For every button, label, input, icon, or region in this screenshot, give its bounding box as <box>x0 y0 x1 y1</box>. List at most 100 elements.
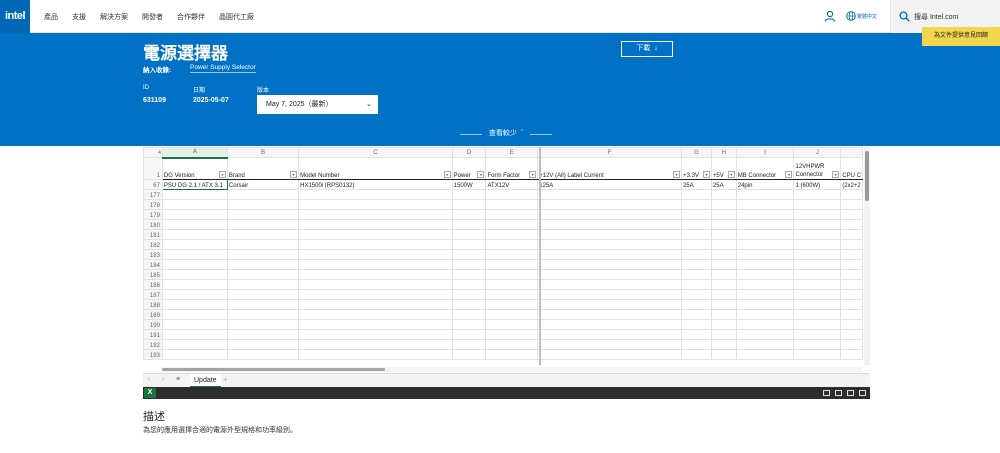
empty-cell[interactable] <box>298 299 453 310</box>
column-header-h[interactable]: H <box>710 147 737 158</box>
row-number[interactable]: 188 <box>143 299 163 310</box>
empty-cell[interactable] <box>298 229 453 240</box>
empty-cell[interactable] <box>840 329 863 340</box>
column-header-e[interactable]: E <box>485 147 539 158</box>
empty-cell[interactable] <box>735 349 795 360</box>
empty-cell[interactable] <box>710 269 737 280</box>
empty-cell[interactable] <box>226 189 300 200</box>
empty-cell[interactable] <box>710 339 737 350</box>
row-number[interactable]: 1 <box>143 157 163 180</box>
empty-cell[interactable] <box>840 219 863 230</box>
empty-cell[interactable] <box>298 309 453 320</box>
empty-cell[interactable] <box>226 209 300 220</box>
filter-dropdown-icon[interactable]: ▾ <box>673 171 681 178</box>
empty-cell[interactable] <box>537 269 683 280</box>
empty-cell[interactable] <box>161 319 228 330</box>
empty-cell[interactable] <box>451 319 487 330</box>
empty-cell[interactable] <box>161 219 228 230</box>
empty-cell[interactable] <box>840 309 863 320</box>
empty-cell[interactable] <box>485 249 539 260</box>
empty-cell[interactable] <box>681 289 712 300</box>
empty-cell[interactable] <box>840 249 863 260</box>
empty-cell[interactable] <box>735 259 795 270</box>
empty-cell[interactable] <box>451 229 487 240</box>
table-cell[interactable]: 25A <box>710 179 737 190</box>
header-cell[interactable]: Model Number ▾ <box>298 157 453 180</box>
empty-cell[interactable] <box>681 309 712 320</box>
empty-cell[interactable] <box>226 339 300 350</box>
excel-icon[interactable]: X <box>144 388 156 398</box>
empty-cell[interactable] <box>451 329 487 340</box>
row-number[interactable]: 182 <box>143 239 163 250</box>
column-header-i[interactable]: I <box>735 147 795 158</box>
empty-cell[interactable] <box>226 249 300 260</box>
download-button[interactable]: 下載 ↓ <box>621 41 673 57</box>
table-cell[interactable]: 25A <box>681 179 712 190</box>
empty-cell[interactable] <box>485 209 539 220</box>
download-icon[interactable] <box>835 390 842 396</box>
empty-cell[interactable] <box>681 299 712 310</box>
empty-cell[interactable] <box>451 349 487 360</box>
empty-cell[interactable] <box>537 199 683 210</box>
empty-cell[interactable] <box>681 259 712 270</box>
empty-cell[interactable] <box>226 319 300 330</box>
empty-cell[interactable] <box>298 249 453 260</box>
column-header-f[interactable]: F <box>537 147 683 158</box>
empty-cell[interactable] <box>681 279 712 290</box>
empty-cell[interactable] <box>681 249 712 260</box>
empty-cell[interactable] <box>485 319 539 330</box>
empty-cell[interactable] <box>710 279 737 290</box>
empty-cell[interactable] <box>840 209 863 220</box>
empty-cell[interactable] <box>793 209 842 220</box>
select-all-corner[interactable]: 4 <box>143 147 163 158</box>
table-cell[interactable]: ATX12V <box>485 179 539 190</box>
empty-cell[interactable] <box>793 199 842 210</box>
empty-cell[interactable] <box>735 229 795 240</box>
empty-cell[interactable] <box>451 299 487 310</box>
empty-cell[interactable] <box>161 229 228 240</box>
header-cell[interactable]: CPU C <box>840 157 863 180</box>
empty-cell[interactable] <box>451 279 487 290</box>
empty-cell[interactable] <box>485 229 539 240</box>
empty-cell[interactable] <box>537 249 683 260</box>
empty-cell[interactable] <box>485 219 539 230</box>
empty-cell[interactable] <box>226 259 300 270</box>
intel-logo[interactable]: intel <box>0 0 30 33</box>
empty-cell[interactable] <box>840 229 863 240</box>
empty-cell[interactable] <box>161 329 228 340</box>
empty-cell[interactable] <box>485 289 539 300</box>
table-cell[interactable]: HX1500i (RPS0132) <box>298 179 453 190</box>
empty-cell[interactable] <box>537 349 683 360</box>
empty-cell[interactable] <box>161 249 228 260</box>
empty-cell[interactable] <box>298 269 453 280</box>
empty-cell[interactable] <box>537 219 683 230</box>
empty-cell[interactable] <box>485 309 539 320</box>
language-selector[interactable]: 繁體中文 <box>857 13 877 20</box>
empty-cell[interactable] <box>451 239 487 250</box>
empty-cell[interactable] <box>793 259 842 270</box>
empty-cell[interactable] <box>537 259 683 270</box>
empty-cell[interactable] <box>681 199 712 210</box>
empty-cell[interactable] <box>710 239 737 250</box>
column-header-b[interactable]: B <box>226 147 300 158</box>
scroll-thumb[interactable] <box>162 368 385 371</box>
empty-cell[interactable] <box>298 189 453 200</box>
search-icon[interactable] <box>899 11 910 22</box>
empty-cell[interactable] <box>735 249 795 260</box>
empty-cell[interactable] <box>451 289 487 300</box>
empty-cell[interactable] <box>485 259 539 270</box>
empty-cell[interactable] <box>710 249 737 260</box>
header-cell[interactable]: +12V (All) Label Current ▾ <box>537 157 683 180</box>
empty-cell[interactable] <box>735 209 795 220</box>
filter-dropdown-icon[interactable]: ▾ <box>477 171 485 178</box>
empty-cell[interactable] <box>537 289 683 300</box>
column-header-a[interactable]: A <box>161 147 228 159</box>
empty-cell[interactable] <box>681 349 712 360</box>
empty-cell[interactable] <box>710 199 737 210</box>
header-cell[interactable]: 12VHPWR Connector ▾ <box>793 157 842 180</box>
table-cell[interactable]: 1 (600W) <box>793 179 842 190</box>
empty-cell[interactable] <box>735 299 795 310</box>
empty-cell[interactable] <box>735 289 795 300</box>
empty-cell[interactable] <box>537 319 683 330</box>
empty-cell[interactable] <box>793 349 842 360</box>
